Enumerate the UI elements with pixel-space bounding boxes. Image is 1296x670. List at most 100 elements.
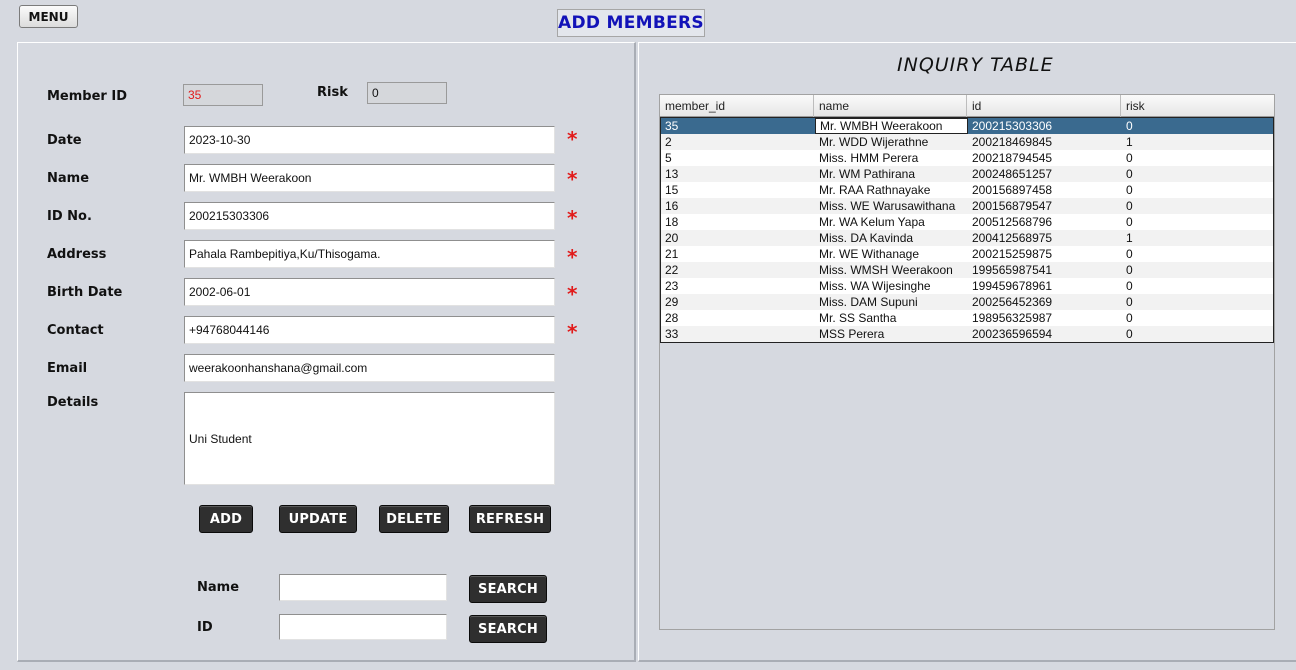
email-field[interactable]: weerakoonhanshana@gmail.com bbox=[184, 354, 555, 382]
table-row[interactable]: 21 Mr. WE Withanage 200215259875 0 bbox=[661, 246, 1273, 262]
table-cell-name[interactable]: Mr. WM Pathirana bbox=[815, 166, 968, 182]
table-cell-risk[interactable]: 0 bbox=[1122, 182, 1273, 198]
delete-button[interactable]: DELETE bbox=[379, 505, 449, 533]
search-name-input[interactable] bbox=[279, 574, 447, 601]
search-id-input[interactable] bbox=[279, 614, 447, 640]
table-cell-risk[interactable]: 0 bbox=[1122, 294, 1273, 310]
table-cell-name[interactable]: Miss. DAM Supuni bbox=[815, 294, 968, 310]
table-cell-risk[interactable]: 1 bbox=[1122, 230, 1273, 246]
table-cell-name[interactable]: Miss. WA Wijesinghe bbox=[815, 278, 968, 294]
table-cell-risk[interactable]: 0 bbox=[1122, 198, 1273, 214]
table-cell-member-id[interactable]: 33 bbox=[661, 326, 815, 342]
table-cell-member-id[interactable]: 2 bbox=[661, 134, 815, 150]
table-cell-member-id[interactable]: 28 bbox=[661, 310, 815, 326]
date-field[interactable]: 2023-10-30 bbox=[184, 126, 555, 154]
table-cell-risk[interactable]: 0 bbox=[1122, 214, 1273, 230]
menu-button[interactable]: MENU bbox=[19, 5, 78, 28]
table-row[interactable]: 15 Mr. RAA Rathnayake 200156897458 0 bbox=[661, 182, 1273, 198]
table-cell-name[interactable]: Mr. WMBH Weerakoon bbox=[815, 118, 968, 134]
column-header-id[interactable]: id bbox=[967, 95, 1121, 117]
contact-field[interactable]: +94768044146 bbox=[184, 316, 555, 344]
table-cell-risk[interactable]: 0 bbox=[1122, 278, 1273, 294]
table-cell-id[interactable]: 200236596594 bbox=[968, 326, 1122, 342]
table-cell-member-id[interactable]: 23 bbox=[661, 278, 815, 294]
table-cell-member-id[interactable]: 5 bbox=[661, 150, 815, 166]
table-row[interactable]: 35 Mr. WMBH Weerakoon 200215303306 0 bbox=[661, 118, 1273, 134]
search-id-label: ID bbox=[197, 620, 213, 635]
table-cell-name[interactable]: Mr. SS Santha bbox=[815, 310, 968, 326]
refresh-button[interactable]: REFRESH bbox=[469, 505, 551, 533]
table-cell-name[interactable]: Mr. WA Kelum Yapa bbox=[815, 214, 968, 230]
table-cell-name[interactable]: Mr. RAA Rathnayake bbox=[815, 182, 968, 198]
table-cell-id[interactable]: 200256452369 bbox=[968, 294, 1122, 310]
column-header-member-id[interactable]: member_id bbox=[660, 95, 814, 117]
table-cell-id[interactable]: 200218794545 bbox=[968, 150, 1122, 166]
name-field[interactable]: Mr. WMBH Weerakoon bbox=[184, 164, 555, 192]
table-cell-risk[interactable]: 0 bbox=[1122, 326, 1273, 342]
table-cell-id[interactable]: 199565987541 bbox=[968, 262, 1122, 278]
table-cell-risk[interactable]: 0 bbox=[1122, 246, 1273, 262]
required-mark: * bbox=[567, 206, 578, 230]
table-cell-name[interactable]: Miss. WMSH Weerakoon bbox=[815, 262, 968, 278]
table-cell-member-id[interactable]: 18 bbox=[661, 214, 815, 230]
table-cell-id[interactable]: 199459678961 bbox=[968, 278, 1122, 294]
idno-field[interactable]: 200215303306 bbox=[184, 202, 555, 230]
required-mark: * bbox=[567, 282, 578, 306]
table-cell-name[interactable]: Miss. HMM Perera bbox=[815, 150, 968, 166]
table-cell-id[interactable]: 200156897458 bbox=[968, 182, 1122, 198]
table-row[interactable]: 5 Miss. HMM Perera 200218794545 0 bbox=[661, 150, 1273, 166]
name-label: Name bbox=[47, 171, 90, 186]
table-cell-risk[interactable]: 0 bbox=[1122, 166, 1273, 182]
table-cell-id[interactable]: 200215259875 bbox=[968, 246, 1122, 262]
table-row[interactable]: 28 Mr. SS Santha 198956325987 0 bbox=[661, 310, 1273, 326]
add-button[interactable]: ADD bbox=[199, 505, 253, 533]
table-cell-id[interactable]: 200215303306 bbox=[968, 118, 1122, 134]
table-cell-id[interactable]: 200512568796 bbox=[968, 214, 1122, 230]
table-row[interactable]: 13 Mr. WM Pathirana 200248651257 0 bbox=[661, 166, 1273, 182]
table-cell-member-id[interactable]: 20 bbox=[661, 230, 815, 246]
table-row[interactable]: 16 Miss. WE Warusawithana 200156879547 0 bbox=[661, 198, 1273, 214]
table-cell-member-id[interactable]: 13 bbox=[661, 166, 815, 182]
address-field[interactable]: Pahala Rambepitiya,Ku/Thisogama. bbox=[184, 240, 555, 268]
table-cell-risk[interactable]: 1 bbox=[1122, 134, 1273, 150]
table-cell-risk[interactable]: 0 bbox=[1122, 310, 1273, 326]
update-button[interactable]: UPDATE bbox=[279, 505, 357, 533]
table-row[interactable]: 33 MSS Perera 200236596594 0 bbox=[661, 326, 1273, 342]
search-by-id-button[interactable]: SEARCH bbox=[469, 615, 547, 643]
table-row[interactable]: 20 Miss. DA Kavinda 200412568975 1 bbox=[661, 230, 1273, 246]
table-cell-member-id[interactable]: 21 bbox=[661, 246, 815, 262]
inquiry-table[interactable]: member_id name id risk 35 Mr. WMBH Weerak… bbox=[659, 94, 1275, 630]
table-row[interactable]: 29 Miss. DAM Supuni 200256452369 0 bbox=[661, 294, 1273, 310]
table-cell-member-id[interactable]: 29 bbox=[661, 294, 815, 310]
table-row[interactable]: 23 Miss. WA Wijesinghe 199459678961 0 bbox=[661, 278, 1273, 294]
table-cell-member-id[interactable]: 16 bbox=[661, 198, 815, 214]
details-textarea[interactable]: Uni Student bbox=[184, 392, 555, 485]
search-by-name-button[interactable]: SEARCH bbox=[469, 575, 547, 603]
table-cell-id[interactable]: 200156879547 bbox=[968, 198, 1122, 214]
contact-label: Contact bbox=[47, 323, 104, 338]
table-row[interactable]: 2 Mr. WDD Wijerathne 200218469845 1 bbox=[661, 134, 1273, 150]
table-cell-risk[interactable]: 0 bbox=[1122, 150, 1273, 166]
required-mark: * bbox=[567, 167, 578, 191]
table-row[interactable]: 22 Miss. WMSH Weerakoon 199565987541 0 bbox=[661, 262, 1273, 278]
birth-date-field[interactable]: 2002-06-01 bbox=[184, 278, 555, 306]
table-cell-name[interactable]: Miss. WE Warusawithana bbox=[815, 198, 968, 214]
table-cell-member-id[interactable]: 15 bbox=[661, 182, 815, 198]
required-mark: * bbox=[567, 127, 578, 151]
table-cell-risk[interactable]: 0 bbox=[1122, 118, 1273, 134]
table-cell-name[interactable]: MSS Perera bbox=[815, 326, 968, 342]
column-header-name[interactable]: name bbox=[814, 95, 967, 117]
risk-label: Risk bbox=[317, 85, 348, 100]
table-cell-member-id[interactable]: 22 bbox=[661, 262, 815, 278]
table-cell-name[interactable]: Mr. WDD Wijerathne bbox=[815, 134, 968, 150]
table-cell-id[interactable]: 200412568975 bbox=[968, 230, 1122, 246]
table-cell-name[interactable]: Mr. WE Withanage bbox=[815, 246, 968, 262]
table-cell-id[interactable]: 200248651257 bbox=[968, 166, 1122, 182]
table-cell-risk[interactable]: 0 bbox=[1122, 262, 1273, 278]
table-row[interactable]: 18 Mr. WA Kelum Yapa 200512568796 0 bbox=[661, 214, 1273, 230]
table-cell-id[interactable]: 200218469845 bbox=[968, 134, 1122, 150]
table-cell-member-id[interactable]: 35 bbox=[661, 118, 815, 134]
table-cell-name[interactable]: Miss. DA Kavinda bbox=[815, 230, 968, 246]
table-cell-id[interactable]: 198956325987 bbox=[968, 310, 1122, 326]
column-header-risk[interactable]: risk bbox=[1121, 95, 1274, 117]
